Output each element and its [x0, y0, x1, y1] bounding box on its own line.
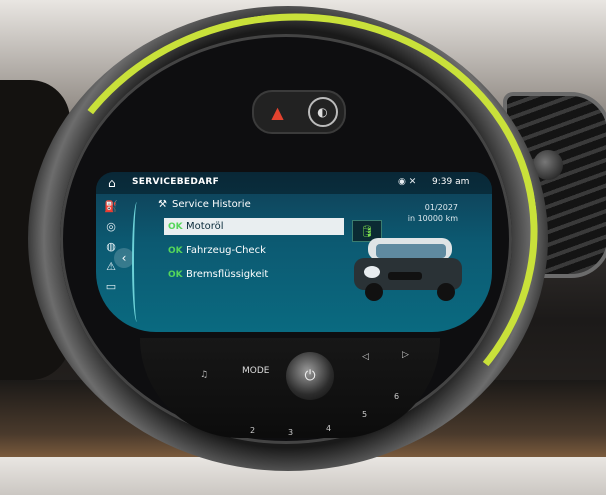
- service-due: 01/2027 in 10000 km: [394, 202, 458, 224]
- hazard-panel: ▲ ◐: [252, 90, 346, 134]
- preset-button[interactable]: 5: [362, 410, 367, 419]
- oil-warning-icon: ⛽: [104, 200, 118, 213]
- prev-track-icon[interactable]: ◁: [362, 352, 369, 362]
- list-item-label: Fahrzeug-Check: [186, 245, 266, 256]
- power-icon: ⏻: [304, 368, 316, 384]
- due-date: 01/2027: [424, 203, 458, 212]
- mode-button[interactable]: MODE: [242, 366, 269, 376]
- back-button[interactable]: ‹: [114, 248, 134, 268]
- sound-icon[interactable]: ♫: [200, 370, 208, 380]
- status-badge: OK: [168, 245, 183, 256]
- car-image: [354, 238, 462, 301]
- preset-button[interactable]: 3: [288, 428, 293, 437]
- status-badge: OK: [168, 269, 183, 280]
- next-track-icon[interactable]: ▷: [402, 350, 409, 360]
- preset-button[interactable]: 2: [250, 426, 255, 435]
- assist-button-icon[interactable]: ◐: [307, 97, 338, 127]
- list-item-fahrzeug-check[interactable]: OK Fahrzeug-Check: [164, 242, 344, 259]
- status-icons: ◉ ✕: [398, 177, 417, 187]
- brake-icon: ◎: [106, 220, 116, 233]
- preset-button[interactable]: 6: [394, 392, 399, 401]
- service-history-link[interactable]: Service Historie: [172, 199, 251, 210]
- hazard-warning-icon[interactable]: ▲: [261, 98, 295, 126]
- preset-button[interactable]: 4: [326, 424, 331, 433]
- service-history-icon: ⚒: [158, 199, 167, 210]
- menu-arc: [132, 202, 142, 322]
- car-icon: ▭: [105, 280, 117, 293]
- list-item-label: Motoröl: [186, 221, 224, 232]
- list-item-label: Bremsflüssigkeit: [186, 269, 269, 280]
- infotainment-screen: ⌂ SERVICEBEDARF ◉ ✕ 9:39 am ⛽ ◎ ◍ ⚠ ▭ ‹ …: [96, 172, 492, 332]
- list-item-motoroel[interactable]: OK Motoröl: [164, 218, 344, 235]
- clock: 9:39 am: [432, 177, 470, 187]
- home-icon[interactable]: ⌂: [108, 176, 116, 190]
- list-item-bremsfluessigkeit[interactable]: OK Bremsflüssigkeit: [164, 266, 344, 283]
- volume-knob[interactable]: ⏻: [286, 352, 334, 400]
- due-distance: in 10000 km: [407, 214, 458, 223]
- page-title: SERVICEBEDARF: [132, 177, 220, 187]
- status-badge: OK: [168, 221, 183, 232]
